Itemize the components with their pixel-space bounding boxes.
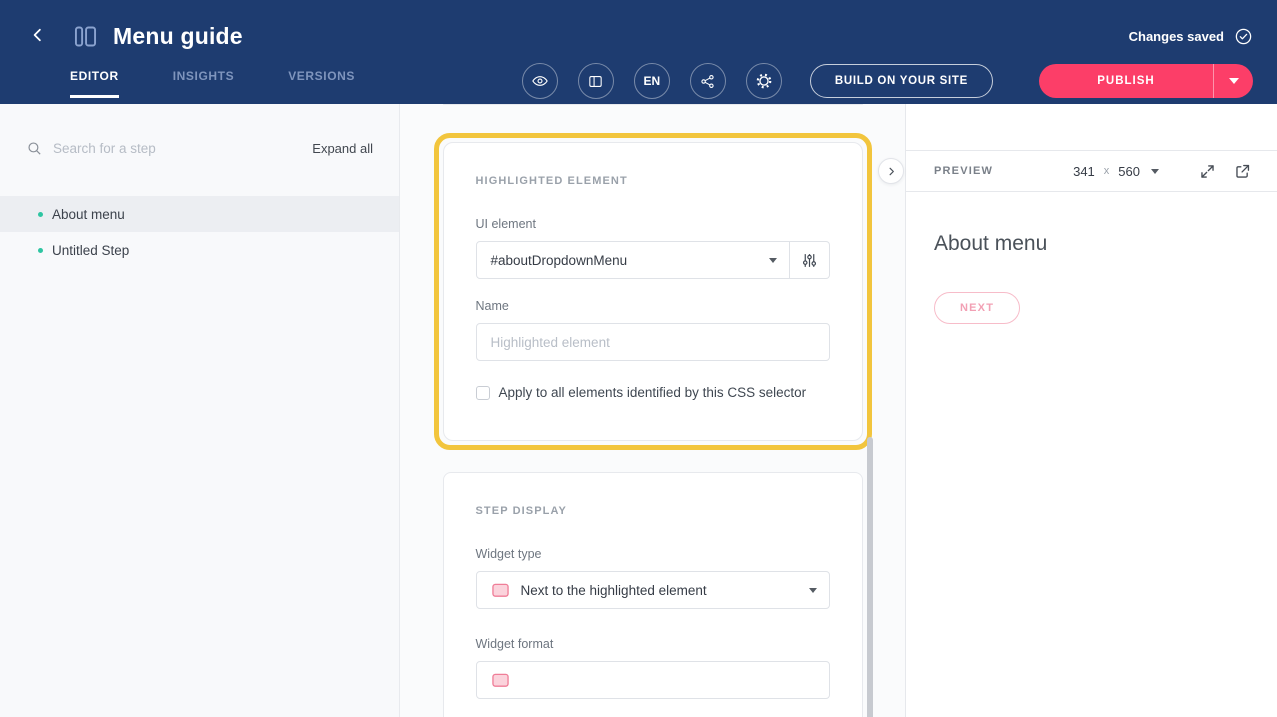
gear-icon (755, 72, 773, 90)
language-label: EN (644, 74, 661, 88)
section-title: STEP DISPLAY (476, 505, 830, 517)
selector-settings-button[interactable] (790, 241, 830, 279)
step-status-dot (38, 212, 43, 217)
saved-check-icon (1234, 27, 1253, 46)
preview-panel: PREVIEW 341 x 560 (905, 104, 1277, 717)
ui-element-value: #aboutDropdownMenu (491, 253, 628, 268)
expand-icon (1199, 163, 1216, 180)
chevron-down-icon (769, 258, 777, 263)
header-actions: EN BUILD ON YOUR SITE PUBLISH (522, 63, 1253, 99)
preview-size-dropdown[interactable]: 341 x 560 (1073, 164, 1159, 179)
widget-tooltip-icon (491, 582, 510, 599)
back-button[interactable] (24, 22, 52, 50)
publish-options-button[interactable] (1213, 64, 1253, 98)
tab-insights[interactable]: INSIGHTS (173, 58, 234, 98)
tab-editor[interactable]: EDITOR (70, 58, 119, 98)
highlight-ring: HIGHLIGHTED ELEMENT UI element #aboutDro… (434, 133, 872, 450)
step-item-about-menu[interactable]: About menu (0, 196, 399, 232)
publish-split-button: PUBLISH (1039, 64, 1253, 98)
widget-type-label: Widget type (476, 547, 830, 561)
name-label: Name (476, 299, 830, 313)
section-title: HIGHLIGHTED ELEMENT (476, 175, 830, 187)
editor-tabs: EDITOR INSIGHTS VERSIONS (70, 58, 355, 104)
eye-icon (531, 72, 549, 90)
apply-all-row: Apply to all elements identified by this… (476, 385, 830, 400)
card-partial-top (443, 104, 863, 105)
content-area: Expand all About menu Untitled Step HI (0, 104, 1277, 717)
layout-icon (587, 73, 604, 90)
preview-header-icons (1199, 163, 1251, 180)
chevron-down-icon (809, 588, 817, 593)
widget-format-select[interactable] (476, 661, 830, 699)
preview-next-button[interactable]: NEXT (934, 292, 1020, 324)
widget-type-group: Next to the highlighted element (476, 571, 830, 609)
expand-all-link[interactable]: Expand all (312, 141, 373, 156)
preview-eye-button[interactable] (522, 63, 558, 99)
chevron-down-icon (1229, 78, 1239, 84)
guide-title: Menu guide (113, 23, 243, 50)
search-icon (26, 140, 43, 157)
preview-width-value: 341 (1073, 164, 1095, 179)
share-button[interactable] (690, 63, 726, 99)
preview-height-value: 560 (1118, 164, 1140, 179)
publish-button[interactable]: PUBLISH (1039, 64, 1213, 98)
preview-step-title: About menu (934, 232, 1249, 256)
theme-layout-button[interactable] (578, 63, 614, 99)
widget-type-select[interactable]: Next to the highlighted element (476, 571, 830, 609)
element-name-input[interactable] (476, 323, 830, 361)
apply-all-label: Apply to all elements identified by this… (499, 385, 807, 400)
ui-element-select[interactable]: #aboutDropdownMenu (476, 241, 790, 279)
chevron-left-icon (29, 26, 47, 47)
preview-size-separator: x (1104, 165, 1110, 177)
share-icon (699, 73, 716, 90)
step-display-card: STEP DISPLAY Widget type Next to the hig… (443, 472, 863, 717)
tab-versions[interactable]: VERSIONS (288, 58, 355, 98)
apply-all-checkbox[interactable] (476, 386, 490, 400)
build-on-site-button[interactable]: BUILD ON YOUR SITE (810, 64, 993, 98)
external-link-icon (1234, 163, 1251, 180)
step-label: Untitled Step (52, 243, 129, 258)
header-toolbar-row: EDITOR INSIGHTS VERSIONS EN (0, 58, 1277, 104)
widget-type-value: Next to the highlighted element (521, 583, 707, 598)
changes-saved-status: Changes saved (1129, 29, 1224, 44)
sliders-icon (801, 252, 818, 269)
widget-format-group (476, 661, 830, 699)
open-external-button[interactable] (1234, 163, 1251, 180)
header-title-row: Menu guide Changes saved (0, 0, 1277, 58)
step-settings-column: HIGHLIGHTED ELEMENT UI element #aboutDro… (400, 104, 905, 717)
settings-button[interactable] (746, 63, 782, 99)
top-bar: Menu guide Changes saved EDITOR INSIGHTS… (0, 0, 1277, 104)
step-search-row: Expand all (0, 134, 399, 162)
widget-format-icon (491, 672, 510, 689)
collapse-panel-button[interactable] (878, 158, 904, 184)
chevron-down-icon (1151, 169, 1159, 174)
preview-header: PREVIEW 341 x 560 (906, 150, 1277, 192)
preview-panel-title: PREVIEW (934, 165, 993, 177)
guide-type-icon (72, 23, 99, 50)
step-list: About menu Untitled Step (0, 196, 399, 268)
step-label: About menu (52, 207, 125, 222)
fullscreen-button[interactable] (1199, 163, 1216, 180)
widget-format-label: Widget format (476, 637, 830, 651)
app-root: Menu guide Changes saved EDITOR INSIGHTS… (0, 0, 1277, 717)
chevron-right-icon (886, 166, 897, 177)
editor-scrollbar[interactable] (867, 437, 873, 717)
step-item-untitled[interactable]: Untitled Step (0, 232, 399, 268)
highlighted-element-card: HIGHLIGHTED ELEMENT UI element #aboutDro… (443, 142, 863, 441)
step-status-dot (38, 248, 43, 253)
search-input[interactable] (53, 141, 302, 156)
steps-sidebar: Expand all About menu Untitled Step (0, 104, 400, 717)
ui-element-label: UI element (476, 217, 830, 231)
preview-body: About menu NEXT (906, 232, 1277, 324)
ui-element-group: #aboutDropdownMenu (476, 241, 830, 279)
language-button[interactable]: EN (634, 63, 670, 99)
